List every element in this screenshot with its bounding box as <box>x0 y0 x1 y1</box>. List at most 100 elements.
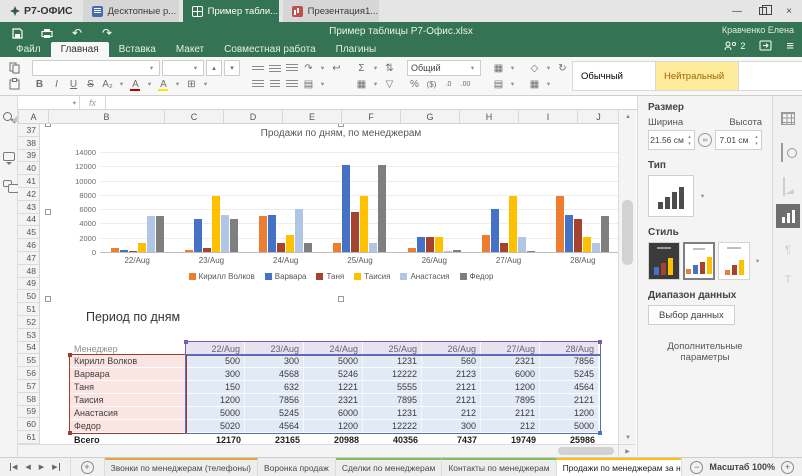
value-cell[interactable]: 2123 <box>422 368 481 381</box>
value-cell[interactable]: 5555 <box>363 381 422 394</box>
highlight-color-button[interactable]: A <box>156 77 171 92</box>
total-value-cell[interactable]: 7437 <box>422 433 481 444</box>
manager-name-cell[interactable]: Варвара <box>70 368 186 381</box>
chart-resize-handle[interactable] <box>45 124 51 127</box>
advanced-settings-link[interactable]: Дополнительные параметры <box>648 341 762 363</box>
wrap-text-button[interactable]: ↩ <box>329 61 344 76</box>
bar-Кирилл Волков[interactable] <box>185 250 193 252</box>
value-cell[interactable]: 1231 <box>363 407 422 420</box>
chevron-down-icon[interactable]: ▾ <box>508 61 517 76</box>
total-value-cell[interactable]: 12170 <box>186 433 245 444</box>
decrease-font-button[interactable]: ▾ <box>224 60 240 76</box>
bar-Таисия[interactable] <box>509 196 517 252</box>
bar-Кирилл Волков[interactable] <box>259 216 267 252</box>
chevron-down-icon[interactable]: ▾ <box>753 254 762 269</box>
value-cell[interactable]: 12222 <box>363 368 422 381</box>
chevron-down-icon[interactable]: ▾ <box>544 61 553 76</box>
column-header-E[interactable]: E <box>283 110 342 123</box>
row-header-41[interactable]: 41 <box>18 175 39 188</box>
chevron-down-icon[interactable]: ▾ <box>318 61 327 76</box>
vertical-scrollbar[interactable]: ▲ ▼ <box>618 110 636 444</box>
doc-tab-presentation[interactable]: Презентация1... <box>283 0 379 22</box>
bar-Федор[interactable] <box>453 250 461 252</box>
total-value-cell[interactable]: 25986 <box>540 433 599 444</box>
value-cell[interactable]: 2321 <box>481 355 540 368</box>
stepper-down-icon[interactable]: ▾ <box>755 141 758 147</box>
close-button[interactable]: × <box>776 0 802 22</box>
bar-Кирилл Волков[interactable] <box>482 235 490 252</box>
bar-Кирилл Волков[interactable] <box>408 248 416 252</box>
chart-style-option-selected[interactable] <box>683 242 715 280</box>
manager-header-cell[interactable]: Менеджер <box>70 342 186 355</box>
row-header-38[interactable]: 38 <box>18 137 39 150</box>
value-cell[interactable]: 212 <box>422 407 481 420</box>
column-header-J[interactable]: J <box>578 110 620 123</box>
clear-button[interactable]: ◇ <box>527 61 542 76</box>
row-header-45[interactable]: 45 <box>18 226 39 239</box>
bar-Варвара[interactable] <box>565 215 573 252</box>
row-header-48[interactable]: 48 <box>18 265 39 278</box>
row-header-59[interactable]: 59 <box>18 406 39 419</box>
height-input[interactable]: 7.01 см ▴▾ <box>715 130 762 150</box>
column-header-I[interactable]: I <box>519 110 578 123</box>
chevron-down-icon[interactable]: ▾ <box>371 77 380 92</box>
date-header-cell[interactable]: 23/Aug <box>245 342 304 355</box>
cell-style-neutral[interactable]: Нейтральный <box>655 61 739 91</box>
bar-Варвара[interactable] <box>491 209 499 252</box>
prev-sheet-icon[interactable]: ◀ <box>25 463 30 471</box>
value-cell[interactable]: 7895 <box>481 394 540 407</box>
value-cell[interactable]: 5000 <box>304 355 363 368</box>
filter-button[interactable]: ▽ <box>382 77 397 92</box>
date-header-cell[interactable]: 28/Aug <box>540 342 599 355</box>
row-header-37[interactable]: 37 <box>18 124 39 137</box>
sheet-tab[interactable]: Сделки по менеджерам <box>336 458 443 476</box>
sheet-tab[interactable]: Звонки по менеджерам (телефоны) <box>105 458 258 476</box>
first-sheet-icon[interactable]: ◀ <box>10 463 17 471</box>
value-cell[interactable]: 300 <box>186 368 245 381</box>
chart-resize-handle[interactable] <box>45 296 51 302</box>
stepper-up-icon[interactable]: ▴ <box>755 134 758 140</box>
bar-Анастасия[interactable] <box>221 215 229 252</box>
value-cell[interactable]: 5245 <box>540 368 599 381</box>
named-ranges-button[interactable]: ▦ <box>354 77 369 92</box>
bar-Анастасия[interactable] <box>592 243 600 252</box>
value-cell[interactable]: 300 <box>245 355 304 368</box>
row-header-51[interactable]: 51 <box>18 303 39 316</box>
value-cell[interactable]: 150 <box>186 381 245 394</box>
menu-plugins[interactable]: Плагины <box>326 42 387 57</box>
increase-font-button[interactable]: ▴ <box>206 60 222 76</box>
menu-layout[interactable]: Макет <box>166 42 214 57</box>
value-cell[interactable]: 2121 <box>422 394 481 407</box>
bar-Федор[interactable] <box>230 219 238 252</box>
name-box[interactable]: ▾ <box>18 96 80 109</box>
align-bottom-icon[interactable] <box>284 61 299 76</box>
column-header-H[interactable]: H <box>460 110 519 123</box>
bar-Анастасия[interactable] <box>444 251 452 253</box>
total-value-cell[interactable]: 40356 <box>363 433 422 444</box>
value-cell[interactable]: 2121 <box>422 381 481 394</box>
chart-style-option-light[interactable] <box>718 242 750 280</box>
menu-home[interactable]: Главная <box>51 42 109 57</box>
value-cell[interactable]: 1200 <box>304 420 363 433</box>
value-cell[interactable]: 560 <box>422 355 481 368</box>
comments-icon[interactable] <box>3 152 15 161</box>
hamburger-menu-icon[interactable]: ≡ <box>786 38 794 53</box>
chart-resize-handle[interactable] <box>45 209 51 215</box>
bar-Федор[interactable] <box>378 165 386 252</box>
align-left-icon[interactable] <box>250 77 265 92</box>
row-header-58[interactable]: 58 <box>18 393 39 406</box>
print-button[interactable] <box>38 25 56 41</box>
row-header-56[interactable]: 56 <box>18 367 39 380</box>
menu-insert[interactable]: Вставка <box>109 42 166 57</box>
value-cell[interactable]: 632 <box>245 381 304 394</box>
scroll-down-icon[interactable]: ▼ <box>619 431 637 444</box>
chevron-down-icon[interactable]: ▾ <box>544 77 553 92</box>
align-top-icon[interactable] <box>250 61 265 76</box>
row-header-42[interactable]: 42 <box>18 188 39 201</box>
horizontal-scrollbar[interactable] <box>18 444 618 457</box>
bar-Таисия[interactable] <box>583 237 591 252</box>
sheet-tab[interactable]: Контакты по менеджерам <box>442 458 556 476</box>
bar-Таисия[interactable] <box>286 235 294 252</box>
underline-button[interactable]: U <box>66 77 81 92</box>
align-center-icon[interactable] <box>267 77 282 92</box>
